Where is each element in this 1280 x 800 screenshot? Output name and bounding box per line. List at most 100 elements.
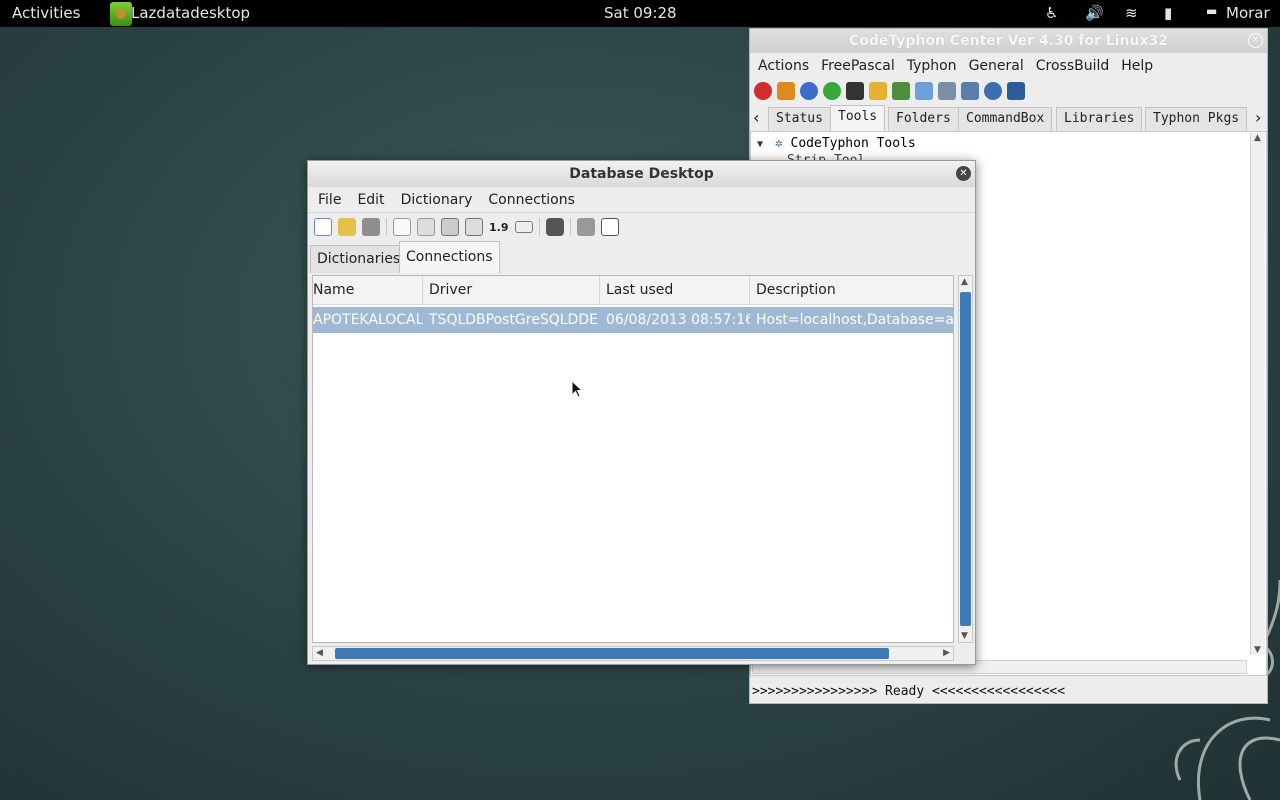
accessibility-icon[interactable]: ♿ (1045, 4, 1058, 22)
tab-dictionaries[interactable]: Dictionaries (310, 245, 408, 273)
user-menu[interactable]: Morar (1226, 4, 1270, 22)
mouse-cursor-icon (571, 380, 583, 398)
scroll-right-icon[interactable]: ▶ (943, 648, 950, 658)
menu-help[interactable]: Help (1115, 58, 1159, 74)
new-icon[interactable] (314, 218, 332, 236)
vertical-scroll-thumb[interactable] (960, 292, 971, 626)
scroll-up-icon[interactable]: ▲ (1254, 133, 1261, 143)
scroll-down-icon[interactable]: ▼ (1254, 645, 1261, 655)
menu-crossbuild[interactable]: CrossBuild (1030, 58, 1116, 74)
menu-typhon[interactable]: Typhon (901, 58, 963, 74)
scroll-up-icon[interactable]: ▲ (961, 277, 968, 287)
cell-driver[interactable]: TSQLDBPostGreSQLDDE (423, 307, 600, 333)
codetyphon-toolbar (750, 79, 1267, 103)
menu-connections[interactable]: Connections (480, 192, 583, 208)
terminal-icon[interactable] (846, 82, 864, 100)
wifi-icon[interactable]: ≋ (1125, 4, 1138, 22)
table-icon[interactable] (417, 218, 435, 236)
sort-icon[interactable] (465, 218, 483, 236)
menu-file[interactable]: File (310, 192, 349, 208)
connections-grid: Name Driver Last used Description APOTEK… (312, 275, 954, 643)
copy-icon[interactable] (441, 218, 459, 236)
menu-dictionary[interactable]: Dictionary (393, 192, 481, 208)
stop-icon[interactable] (754, 82, 772, 100)
tools-icon[interactable] (938, 82, 956, 100)
settings-icon[interactable] (961, 82, 979, 100)
toolbar-separator (569, 218, 571, 236)
expand-icon[interactable]: ▼ (757, 139, 763, 150)
close-icon[interactable]: ✕ (1248, 33, 1263, 48)
folder-icon[interactable] (869, 82, 887, 100)
menu-edit[interactable]: Edit (349, 192, 392, 208)
clean-icon[interactable] (915, 82, 933, 100)
codetyphon-vertical-scrollbar[interactable]: ▲ ▼ (1250, 133, 1265, 655)
dbd-tabs: Dictionaries Connections (310, 241, 970, 273)
tab-folders[interactable]: Folders (888, 107, 959, 131)
codetyphon-status: >>>>>>>>>>>>>>>> Ready <<<<<<<<<<<<<<<<< (752, 684, 1066, 699)
cell-last-used[interactable]: 06/08/2013 08:57:16 (600, 307, 750, 333)
typhon-icon: ✲ (774, 136, 783, 151)
monitor-icon[interactable] (1007, 82, 1025, 100)
toolbar-separator (538, 218, 540, 236)
dbd-menubar: File Edit Dictionary Connections (308, 187, 975, 213)
menu-actions[interactable]: Actions (752, 58, 815, 74)
close-icon[interactable]: ✕ (956, 166, 971, 181)
column-header-driver[interactable]: Driver (423, 276, 600, 305)
toolbar-separator (386, 218, 387, 236)
battery-icon[interactable]: ▮ (1164, 4, 1172, 22)
table-row[interactable]: APOTEKALOCAL TSQLDBPostGreSQLDDE 06/08/2… (313, 307, 953, 333)
tab-typhon-pkgs[interactable]: Typhon Pkgs (1145, 107, 1248, 131)
database-desktop-window: Database Desktop ✕ File Edit Dictionary … (307, 160, 976, 665)
tab-connections[interactable]: Connections (399, 241, 500, 273)
number-format-button[interactable]: 1.9 (489, 221, 509, 234)
dbd-toolbar: 1.9 (308, 213, 975, 241)
report-icon[interactable] (600, 218, 619, 236)
column-header-name[interactable]: Name (313, 276, 423, 305)
database-icon[interactable] (545, 218, 564, 236)
tab-libraries[interactable]: Libraries (1056, 107, 1143, 131)
tree-node-root[interactable]: ▼ ✲ CodeTyphon Tools (757, 136, 916, 151)
dbd-titlebar[interactable]: Database Desktop ✕ (308, 161, 975, 187)
volume-icon[interactable]: 🔊 (1085, 4, 1104, 22)
tab-scroll-left-icon[interactable]: ‹ (753, 108, 759, 127)
query-icon[interactable] (576, 218, 595, 236)
user-icon[interactable]: ▬ (1206, 4, 1217, 18)
download-icon[interactable] (777, 82, 795, 100)
column-header-description[interactable]: Description (750, 276, 953, 305)
cell-description[interactable]: Host=localhost,Database=apotek (750, 307, 953, 333)
grid-vertical-scrollbar[interactable]: ▲ ▼ (958, 275, 973, 643)
codetyphon-tabs: ‹ Status Tools Folders CommandBox Librar… (750, 105, 1267, 132)
tab-status[interactable]: Status (768, 107, 831, 131)
codetyphon-menubar: Actions FreePascal Typhon General CrossB… (750, 53, 1267, 79)
tab-scroll-right-icon[interactable]: › (1255, 108, 1261, 127)
codetyphon-title: CodeTyphon Center Ver 4.30 for Linux32 (849, 33, 1168, 49)
new-table-icon[interactable] (393, 218, 411, 236)
app-menu[interactable]: Lazdatadesktop (131, 4, 250, 22)
grid-header: Name Driver Last used Description (313, 276, 953, 305)
save-icon[interactable] (362, 218, 380, 236)
codetyphon-titlebar[interactable]: CodeTyphon Center Ver 4.30 for Linux32 ✕ (750, 29, 1267, 53)
cell-name[interactable]: APOTEKALOCAL (313, 307, 423, 333)
help-icon[interactable] (800, 82, 818, 100)
clock[interactable]: Sat 09:28 (604, 4, 677, 22)
refresh-icon[interactable] (823, 82, 841, 100)
dbd-title: Database Desktop (569, 166, 714, 182)
tree-root-label: CodeTyphon Tools (790, 136, 916, 151)
text-field-icon[interactable] (514, 221, 533, 233)
open-folder-icon[interactable] (338, 218, 356, 236)
grid-horizontal-scrollbar[interactable]: ◀ ▶ (312, 646, 954, 661)
menu-general[interactable]: General (963, 58, 1030, 74)
scroll-down-icon[interactable]: ▼ (961, 631, 968, 641)
column-header-last-used[interactable]: Last used (600, 276, 750, 305)
menu-freepascal[interactable]: FreePascal (815, 58, 901, 74)
tab-tools[interactable]: Tools (830, 105, 886, 132)
build-icon[interactable] (984, 82, 1002, 100)
import-icon[interactable] (892, 82, 910, 100)
tools-tree: ▼ ✲ CodeTyphon Tools Strip Tool (757, 136, 916, 161)
activities-button[interactable]: Activities (12, 4, 80, 22)
scroll-left-icon[interactable]: ◀ (316, 648, 323, 658)
top-bar: Activities Lazdatadesktop Sat 09:28 ♿ 🔊 … (0, 0, 1280, 27)
horizontal-scroll-thumb[interactable] (335, 648, 889, 659)
app-icon[interactable] (110, 2, 132, 26)
tab-commandbox[interactable]: CommandBox (958, 107, 1053, 131)
